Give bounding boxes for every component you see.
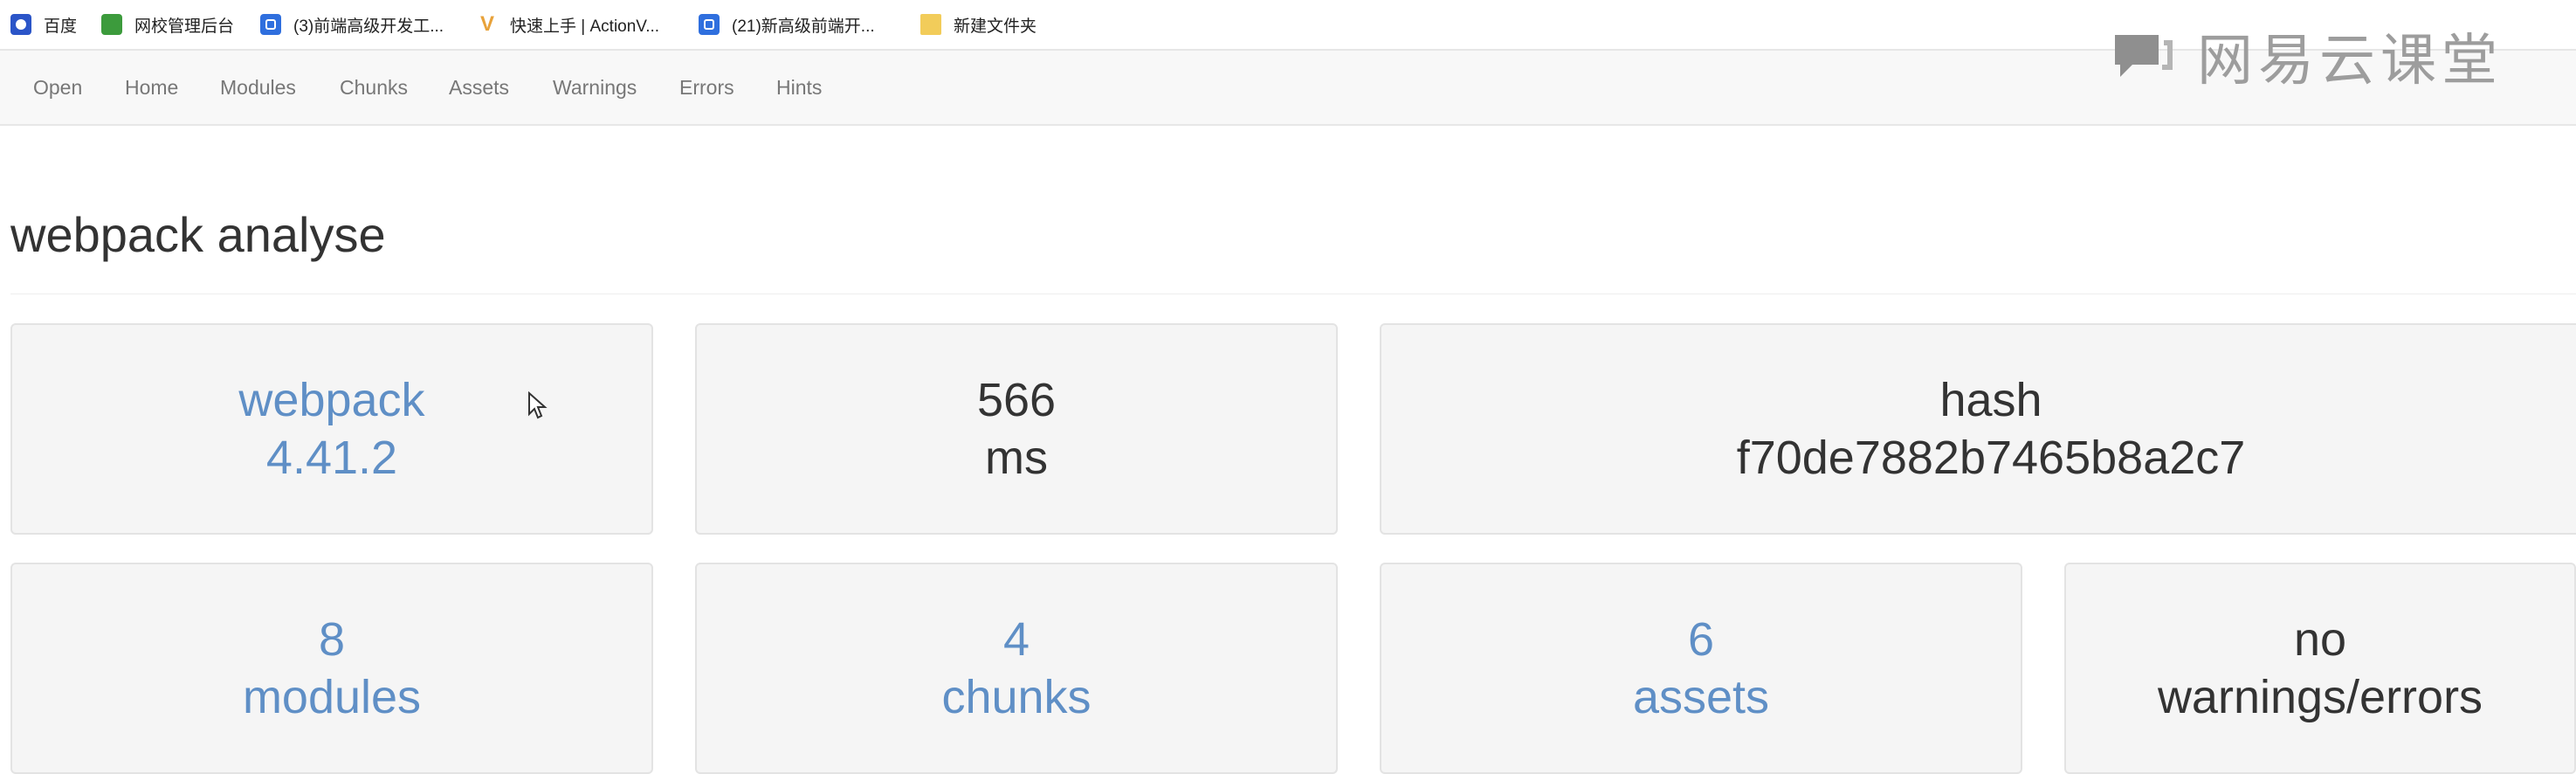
bookmark-label: (3)前端高级开发工... <box>293 17 444 36</box>
baidu-paw-icon <box>10 14 31 35</box>
nav-assets[interactable]: Assets <box>449 51 509 124</box>
page-title: webpack analyse <box>10 207 386 262</box>
assets-label[interactable]: assets <box>1633 668 1769 726</box>
hash-label: hash <box>1939 374 2042 426</box>
nav-home[interactable]: Home <box>125 51 178 124</box>
netease-watermark: 网易云课堂 <box>2111 19 2503 93</box>
stat-card-hash: hash f70de7882b7465b8a2c7 <box>1380 323 2576 535</box>
bookmark-frontend-course-3[interactable]: (3)前端高级开发工... <box>260 10 444 38</box>
green-bookmark-icon <box>101 14 122 35</box>
hash-value: f70de7882b7465b8a2c7 <box>1736 432 2246 484</box>
stat-card-chunks[interactable]: 4 chunks <box>695 563 1338 774</box>
folder-icon <box>920 14 941 35</box>
modules-label[interactable]: modules <box>243 668 421 726</box>
bookmark-school-admin[interactable]: 网校管理后台 <box>101 10 234 38</box>
bookmark-label: 新建文件夹 <box>954 17 1037 36</box>
stat-card-modules[interactable]: 8 modules <box>10 563 653 774</box>
blue-page-icon <box>260 14 281 35</box>
stat-card-time: 566 ms <box>695 323 1338 535</box>
time-value: 566 <box>976 374 1057 426</box>
blue-page-icon <box>699 14 720 35</box>
time-unit: ms <box>985 432 1048 484</box>
bookmark-label: 百度 <box>44 17 78 36</box>
modules-count[interactable]: 8 <box>319 611 345 668</box>
nav-hints[interactable]: Hints <box>776 51 822 124</box>
warnings-status: no <box>2293 613 2347 666</box>
version-label[interactable]: webpack <box>238 371 424 429</box>
stat-card-version[interactable]: webpack 4.41.2 <box>10 323 653 535</box>
bookmark-actionview[interactable]: V 快速上手 | ActionV... <box>477 10 659 38</box>
nav-warnings[interactable]: Warnings <box>553 51 637 124</box>
chunks-label[interactable]: chunks <box>941 668 1091 726</box>
assets-count[interactable]: 6 <box>1688 611 1714 668</box>
netease-cloud-classroom-icon <box>2115 35 2173 77</box>
bookmark-label: 快速上手 | ActionV... <box>510 17 660 36</box>
mouse-cursor-icon <box>528 391 548 419</box>
bookmark-frontend-course-21[interactable]: (21)新高级前端开... <box>699 10 875 38</box>
nav-errors[interactable]: Errors <box>679 51 734 124</box>
bookmark-label: (21)新高级前端开... <box>732 17 875 36</box>
v-logo-icon: V <box>479 12 494 36</box>
nav-chunks[interactable]: Chunks <box>340 51 408 124</box>
bookmark-baidu[interactable]: 百度 <box>10 10 77 38</box>
warnings-label: warnings/errors <box>2157 671 2483 723</box>
nav-open[interactable]: Open <box>33 51 82 124</box>
bookmark-label: 网校管理后台 <box>134 17 235 36</box>
bookmark-new-folder[interactable]: 新建文件夹 <box>920 10 1037 38</box>
stat-card-assets[interactable]: 6 assets <box>1380 563 2022 774</box>
version-value[interactable]: 4.41.2 <box>266 429 397 487</box>
stat-card-warnings: no warnings/errors <box>2064 563 2576 774</box>
watermark-text: 网易云课堂 <box>2197 29 2503 93</box>
nav-modules[interactable]: Modules <box>220 51 296 124</box>
chunks-count[interactable]: 4 <box>1003 611 1030 668</box>
